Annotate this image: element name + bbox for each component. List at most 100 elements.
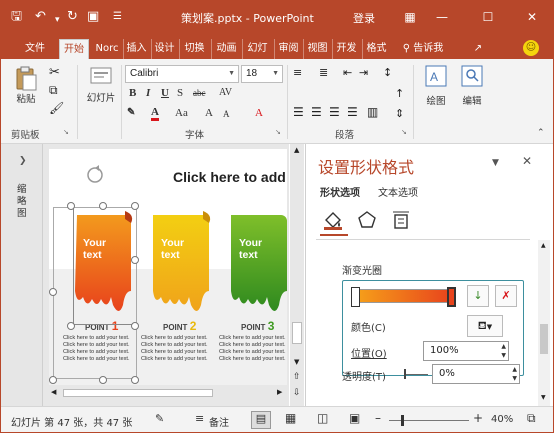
slideshow-icon[interactable]: ▣ xyxy=(349,411,360,425)
increase-indent-icon[interactable]: ⇥ xyxy=(359,66,368,79)
minimize-button[interactable]: — xyxy=(429,7,455,27)
justify-icon[interactable]: ☰ xyxy=(347,105,358,119)
pane-options-icon[interactable]: ▼ xyxy=(492,158,499,168)
tab-developer[interactable]: 开发 xyxy=(332,39,360,59)
pane-scrollbar[interactable]: ▲ ▼ xyxy=(538,240,550,406)
underline-button[interactable]: U xyxy=(161,87,169,99)
format-painter-icon[interactable]: 🖌 xyxy=(49,101,64,115)
italic-button[interactable]: I xyxy=(146,87,150,99)
align-right-icon[interactable]: ☰ xyxy=(329,105,340,119)
tab-shape-options[interactable]: 形状选项 xyxy=(320,184,360,199)
bold-button[interactable]: B xyxy=(129,87,136,99)
effects-icon[interactable] xyxy=(356,210,378,230)
notes-icon[interactable]: ≡ xyxy=(195,412,204,425)
paragraph-launcher-icon[interactable]: ↘ xyxy=(401,128,407,136)
font-launcher-icon[interactable]: ↘ xyxy=(275,128,281,136)
undo-dropdown-icon[interactable]: ▾ xyxy=(55,13,60,27)
transparency-slider-thumb[interactable] xyxy=(404,369,406,379)
slide-horizontal-scrollbar[interactable]: ◀ ▶ xyxy=(49,387,288,400)
font-name-combo[interactable]: Calibri ▼ xyxy=(125,65,239,83)
scroll-up-icon[interactable]: ▲ xyxy=(294,146,299,154)
save-icon[interactable]: 🖫 xyxy=(11,10,22,24)
strikethrough-button[interactable]: abc xyxy=(193,88,206,98)
slide[interactable]: Click here to add Your text Your text Yo… xyxy=(49,149,287,385)
tab-view[interactable]: 视图 xyxy=(303,39,331,59)
tab-norc[interactable]: Norc xyxy=(91,39,123,59)
line-spacing-icon[interactable]: ↕ xyxy=(383,66,392,79)
share-icon[interactable]: ↗ xyxy=(467,39,489,59)
fit-to-window-icon[interactable]: ⧉ xyxy=(527,411,536,426)
columns-icon[interactable]: ▥ xyxy=(367,105,378,119)
redo-icon[interactable]: ↻ xyxy=(67,10,78,24)
size-properties-icon[interactable] xyxy=(390,210,412,230)
reading-view-icon[interactable]: ◫ xyxy=(317,411,328,425)
resize-handle[interactable] xyxy=(131,202,139,210)
normal-view-icon[interactable]: ▤ xyxy=(251,411,271,429)
feedback-smiley-icon[interactable]: ☺ xyxy=(523,40,539,56)
customize-quick-access-icon[interactable]: ☰ xyxy=(113,10,122,24)
next-slide-icon[interactable]: ⇩ xyxy=(293,388,301,398)
copy-icon[interactable]: ⧉ xyxy=(49,83,58,98)
align-center-icon[interactable]: ☰ xyxy=(311,105,322,119)
tab-slideshow[interactable]: 幻灯片 xyxy=(242,39,272,74)
text-direction-icon[interactable]: ↑ xyxy=(395,87,404,100)
maximize-button[interactable]: ☐ xyxy=(475,7,501,27)
align-left-icon[interactable]: ☰ xyxy=(293,105,304,119)
tab-text-options[interactable]: 文本选项 xyxy=(378,184,418,199)
tab-animations[interactable]: 动画 xyxy=(211,39,241,59)
tab-design[interactable]: 设计 xyxy=(151,39,177,59)
collapse-ribbon-icon[interactable]: ⌃ xyxy=(537,128,545,138)
shrink-font-button[interactable]: A xyxy=(223,109,230,119)
resize-handle[interactable] xyxy=(99,376,107,384)
color-picker-button[interactable]: ⛾▼ xyxy=(467,315,503,337)
zoom-in-icon[interactable]: + xyxy=(473,411,483,425)
undo-icon[interactable]: ↶ xyxy=(35,10,46,24)
resize-handle[interactable] xyxy=(67,202,75,210)
h-scroll-thumb[interactable] xyxy=(63,389,213,397)
spinner-arrows-icon[interactable]: ▲ ▼ xyxy=(512,365,517,383)
resize-handle[interactable] xyxy=(67,322,75,330)
tab-review[interactable]: 审阅 xyxy=(274,39,302,59)
slide-title[interactable]: Click here to add xyxy=(173,169,286,185)
gradient-bar[interactable] xyxy=(353,289,453,303)
notes-button[interactable]: 备注 xyxy=(209,414,229,429)
tab-file[interactable]: 文件 xyxy=(19,39,51,59)
spinner-arrows-icon[interactable]: ▲ ▼ xyxy=(501,342,506,360)
slide-editing-area[interactable]: Click here to add Your text Your text Yo… xyxy=(43,144,289,406)
gradient-stop-start[interactable] xyxy=(351,287,360,307)
font-color-button[interactable]: A xyxy=(151,106,159,121)
clipboard-launcher-icon[interactable]: ↘ xyxy=(63,128,69,136)
clear-formatting-icon[interactable]: A xyxy=(255,107,263,119)
resize-handle[interactable] xyxy=(131,322,139,330)
thumbnail-pane-collapsed[interactable]: ❯ 缩略图 xyxy=(1,144,43,406)
zoom-out-icon[interactable]: – xyxy=(375,411,381,425)
grow-font-button[interactable]: A xyxy=(205,107,213,119)
card-2-text[interactable]: Your text xyxy=(161,237,201,261)
gradient-stop-selected[interactable] xyxy=(447,287,456,307)
previous-slide-icon[interactable]: ⇧ xyxy=(293,372,301,382)
cut-icon[interactable]: ✂ xyxy=(49,65,60,80)
tab-insert[interactable]: 插入 xyxy=(123,39,149,59)
shadow-button[interactable]: S xyxy=(177,87,183,99)
start-presentation-icon[interactable]: ▣ xyxy=(87,10,99,24)
scroll-down-icon[interactable]: ▼ xyxy=(541,394,546,401)
position-spinner[interactable]: 100% ▲ ▼ xyxy=(423,341,509,361)
scroll-down-icon[interactable]: ▼ xyxy=(294,358,299,366)
font-size-combo[interactable]: 18 ▼ xyxy=(241,65,283,83)
scroll-thumb[interactable] xyxy=(292,322,302,344)
paste-button[interactable]: 粘贴 xyxy=(9,65,43,115)
tab-format[interactable]: 格式 xyxy=(362,39,390,59)
zoom-level[interactable]: 40% xyxy=(491,414,513,425)
editing-button[interactable]: 编辑 xyxy=(457,65,487,115)
resize-handle[interactable] xyxy=(131,256,139,264)
new-slide-button[interactable]: 幻灯片 xyxy=(83,67,119,117)
login-link[interactable]: 登录 xyxy=(353,10,375,26)
point-2-body[interactable]: Click here to add your text. Click here … xyxy=(141,335,211,363)
change-case-button[interactable]: Aa xyxy=(175,107,188,119)
tab-home[interactable]: 开始 xyxy=(59,39,89,59)
ribbon-display-options-icon[interactable]: ▦ xyxy=(397,7,423,27)
numbering-icon[interactable]: ≣ xyxy=(319,66,328,79)
decrease-indent-icon[interactable]: ⇤ xyxy=(343,66,352,79)
point-3-body[interactable]: Click here to add your text. Click here … xyxy=(219,335,287,363)
resize-handle[interactable] xyxy=(49,288,57,296)
